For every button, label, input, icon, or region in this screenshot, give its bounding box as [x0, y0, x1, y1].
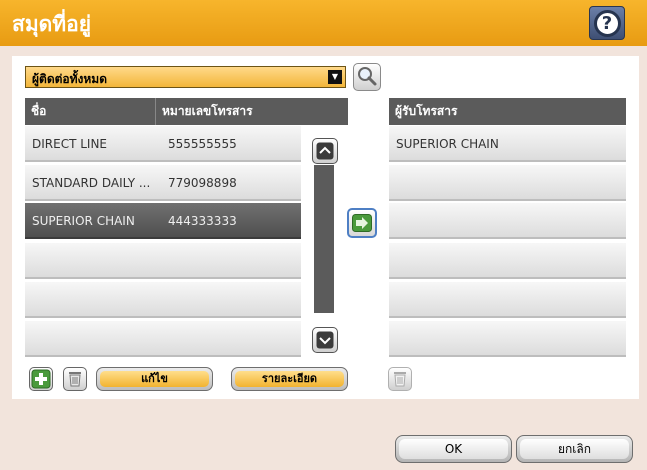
cancel-button-label: ยกเลิก	[520, 439, 629, 459]
arrow-right-icon	[352, 214, 372, 232]
recipient-row-empty[interactable]	[389, 243, 626, 279]
edit-button[interactable]: แก้ไข	[96, 367, 213, 391]
contact-name: SUPERIOR CHAIN	[32, 214, 135, 228]
plus-icon	[31, 369, 51, 389]
contact-fax: 555555555	[168, 137, 237, 151]
remove-recipient-button[interactable]	[388, 367, 412, 391]
ok-button-label: OK	[399, 439, 508, 459]
contact-row[interactable]: STANDARD DAILY ... 779098898	[25, 165, 301, 201]
column-header-name: ชื่อ	[25, 98, 155, 125]
chevron-down-icon	[316, 331, 334, 349]
chevron-up-icon	[316, 142, 334, 160]
chevron-down-icon: ▼	[328, 70, 342, 84]
contact-fax: 444333333	[168, 214, 237, 228]
add-to-recipients-button[interactable]	[347, 208, 377, 238]
contact-fax: 779098898	[168, 176, 237, 190]
search-icon	[358, 67, 377, 86]
recipient-row-empty[interactable]	[389, 321, 626, 357]
contact-name: STANDARD DAILY ...	[32, 176, 151, 190]
recipient-name: SUPERIOR CHAIN	[396, 137, 499, 151]
details-button-label: รายละเอียด	[235, 371, 344, 387]
recipient-row-empty[interactable]	[389, 282, 626, 318]
contact-row[interactable]: DIRECT LINE 555555555	[25, 126, 301, 162]
contact-source-value: ผู้ติดต่อทั้งหมด	[32, 72, 107, 86]
cancel-button[interactable]: ยกเลิก	[516, 435, 633, 463]
contact-row-empty[interactable]	[25, 282, 301, 318]
page-title: สมุดที่อยู่	[12, 12, 92, 36]
scroll-up-button[interactable]	[312, 138, 338, 164]
recipient-row-empty[interactable]	[389, 165, 626, 201]
edit-button-label: แก้ไข	[100, 371, 209, 387]
search-button[interactable]	[353, 63, 381, 91]
contact-name: DIRECT LINE	[32, 137, 108, 151]
contact-row-empty[interactable]	[25, 243, 301, 279]
help-button[interactable]: ?	[589, 6, 625, 40]
scroll-down-button[interactable]	[312, 327, 338, 353]
trash-icon	[394, 372, 406, 387]
add-contact-button[interactable]	[29, 367, 53, 391]
contacts-scrollbar[interactable]	[314, 165, 334, 313]
column-header-fax: หมายเลขโทรสาร	[155, 98, 348, 125]
contact-row-selected[interactable]: SUPERIOR CHAIN 444333333	[25, 203, 301, 239]
delete-contact-button[interactable]	[63, 367, 87, 391]
contact-row-empty[interactable]	[25, 321, 301, 357]
column-header-recipients: ผู้รับโทรสาร	[389, 98, 626, 125]
recipient-row[interactable]: SUPERIOR CHAIN	[389, 126, 626, 162]
recipient-row-empty[interactable]	[389, 203, 626, 239]
trash-icon	[69, 372, 81, 387]
contact-source-dropdown[interactable]: ผู้ติดต่อทั้งหมด ▼	[25, 66, 346, 88]
ok-button[interactable]: OK	[395, 435, 512, 463]
title-bar: สมุดที่อยู่ ?	[0, 0, 647, 46]
details-button[interactable]: รายละเอียด	[231, 367, 348, 391]
question-mark-icon: ?	[593, 9, 621, 37]
